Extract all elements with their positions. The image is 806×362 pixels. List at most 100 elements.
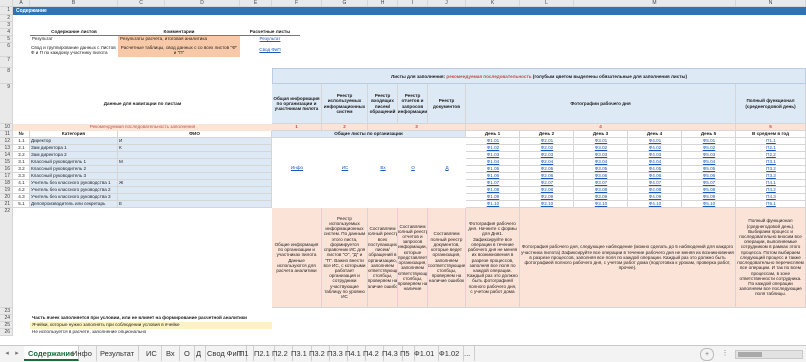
row-header[interactable]: 1 [0,7,13,15]
photo-day2-link[interactable]: Ф2.03 [520,152,574,159]
staff-fio[interactable] [118,166,272,173]
row-header[interactable]: 23 [0,308,13,315]
row-header[interactable]: 19 [0,187,13,194]
photo-day1-link[interactable]: Ф1.08 [466,187,520,194]
photo-day1-link[interactable]: Ф1.07 [466,180,520,187]
row-header[interactable]: 17 [0,173,13,180]
photo-day1-link[interactable]: Ф1.03 [466,152,520,159]
photo-day2-link[interactable]: Ф2.02 [520,145,574,152]
photo-day2-link[interactable]: Ф2.07 [520,180,574,187]
column-header-j[interactable]: J [428,0,466,7]
column-header-b[interactable]: B [30,0,118,7]
sheet-tab[interactable]: Результат [96,346,140,361]
photo-day5-link[interactable]: Ф5.08 [682,187,736,194]
photo-day2-link[interactable]: Ф2.05 [520,166,574,173]
full-functional-link[interactable]: П3.3 [736,173,806,180]
photo-day5-link[interactable]: Ф5.01 [682,138,736,145]
photo-day1-link[interactable]: Ф1.02 [466,145,520,152]
photo-day3-link[interactable]: Ф3.02 [574,145,628,152]
staff-fio[interactable]: И [118,138,272,145]
column-header-h[interactable]: H [368,0,398,7]
photo-day2-link[interactable]: Ф2.01 [520,138,574,145]
staff-fio[interactable] [118,194,272,201]
ic-sheet-link[interactable]: ИС [322,165,368,172]
column-header-m[interactable]: M [574,0,736,7]
scroll-tabs-left-icon[interactable]: ◂ [2,346,12,361]
column-header-k[interactable]: K [466,0,520,7]
sheet-tab[interactable]: Инфо [68,346,97,361]
full-functional-link[interactable]: П5.1 [736,201,806,208]
full-functional-link[interactable]: П4.3 [736,194,806,201]
o-sheet-link[interactable]: О [398,165,428,172]
info-sheet-link[interactable]: Инфо [272,165,322,172]
row-header[interactable]: 18 [0,180,13,187]
photo-day1-link[interactable]: Ф1.09 [466,194,520,201]
photo-day1-link[interactable]: Ф1.10 [466,201,520,208]
row-header[interactable]: 6 [0,43,13,57]
tab-scroll-more-icon[interactable]: ⋮ [720,346,730,361]
photo-day3-link[interactable]: Ф3.09 [574,194,628,201]
row-header[interactable]: 13 [0,145,13,152]
photo-day2-link[interactable]: Ф2.04 [520,159,574,166]
column-header-e[interactable]: E [240,0,272,7]
photo-day1-link[interactable]: Ф1.01 [466,138,520,145]
sheet-tab[interactable]: ИС [142,346,162,361]
staff-fio[interactable]: К [118,145,272,152]
staff-fio[interactable] [118,173,272,180]
row-header[interactable]: 14 [0,152,13,159]
d-sheet-link[interactable]: Д [428,165,466,172]
full-functional-link[interactable]: П3.1 [736,159,806,166]
photo-day5-link[interactable]: Ф5.07 [682,180,736,187]
horizontal-scrollbar[interactable] [735,350,803,359]
photo-day5-link[interactable]: Ф5.02 [682,145,736,152]
photo-day1-link[interactable]: Ф1.06 [466,173,520,180]
photo-day3-link[interactable]: Ф3.08 [574,187,628,194]
photo-day4-link[interactable]: Ф4.08 [628,187,682,194]
staff-fio[interactable]: Е [118,201,272,208]
select-all-corner[interactable] [0,0,13,7]
photo-day1-link[interactable]: Ф1.04 [466,159,520,166]
row-header[interactable]: 24 [0,315,13,322]
photo-day3-link[interactable]: Ф3.10 [574,201,628,208]
photo-day5-link[interactable]: Ф5.10 [682,201,736,208]
photo-day4-link[interactable]: Ф4.09 [628,194,682,201]
photo-day3-link[interactable]: Ф3.07 [574,180,628,187]
column-header-g[interactable]: G [322,0,368,7]
sheet-tab[interactable]: ... [460,346,476,361]
staff-fio[interactable] [118,187,272,194]
full-functional-link[interactable]: П4.2 [736,187,806,194]
photo-day5-link[interactable]: Ф5.06 [682,173,736,180]
photo-day2-link[interactable]: Ф2.10 [520,201,574,208]
row-header[interactable]: 20 [0,194,13,201]
column-header-l[interactable]: L [520,0,574,7]
result-sheet-link[interactable]: Результат [240,36,300,43]
photo-day5-link[interactable]: Ф5.04 [682,159,736,166]
full-functional-link[interactable]: П1.1 [736,138,806,145]
photo-day4-link[interactable]: Ф4.10 [628,201,682,208]
photo-day5-link[interactable]: Ф5.09 [682,194,736,201]
column-header-d[interactable]: D [165,0,240,7]
photo-day3-link[interactable]: Ф3.03 [574,152,628,159]
row-header[interactable]: 12 [0,138,13,145]
photo-day4-link[interactable]: Ф4.01 [628,138,682,145]
staff-fio[interactable]: М [118,159,272,166]
photo-day2-link[interactable]: Ф2.06 [520,173,574,180]
photo-day4-link[interactable]: Ф4.03 [628,152,682,159]
svod-sheet-link[interactable]: Свод ФиП [240,47,300,54]
row-header[interactable]: 22 [0,208,13,308]
row-header[interactable]: 25 [0,322,13,329]
photo-day4-link[interactable]: Ф4.02 [628,145,682,152]
row-header[interactable]: 5 [0,36,13,43]
column-header-f[interactable]: F [272,0,322,7]
column-header-n[interactable]: N [736,0,806,7]
photo-day3-link[interactable]: Ф3.06 [574,173,628,180]
photo-day4-link[interactable]: Ф4.06 [628,173,682,180]
column-header-i[interactable]: I [398,0,428,7]
full-functional-link[interactable]: П3.2 [736,166,806,173]
row-header[interactable]: 11 [0,131,13,138]
photo-day2-link[interactable]: Ф2.09 [520,194,574,201]
row-header[interactable]: 21 [0,201,13,208]
row-header[interactable]: 2 [0,15,13,22]
scroll-tabs-right-icon[interactable]: ▸ [12,346,22,361]
full-functional-link[interactable]: П2.2 [736,152,806,159]
